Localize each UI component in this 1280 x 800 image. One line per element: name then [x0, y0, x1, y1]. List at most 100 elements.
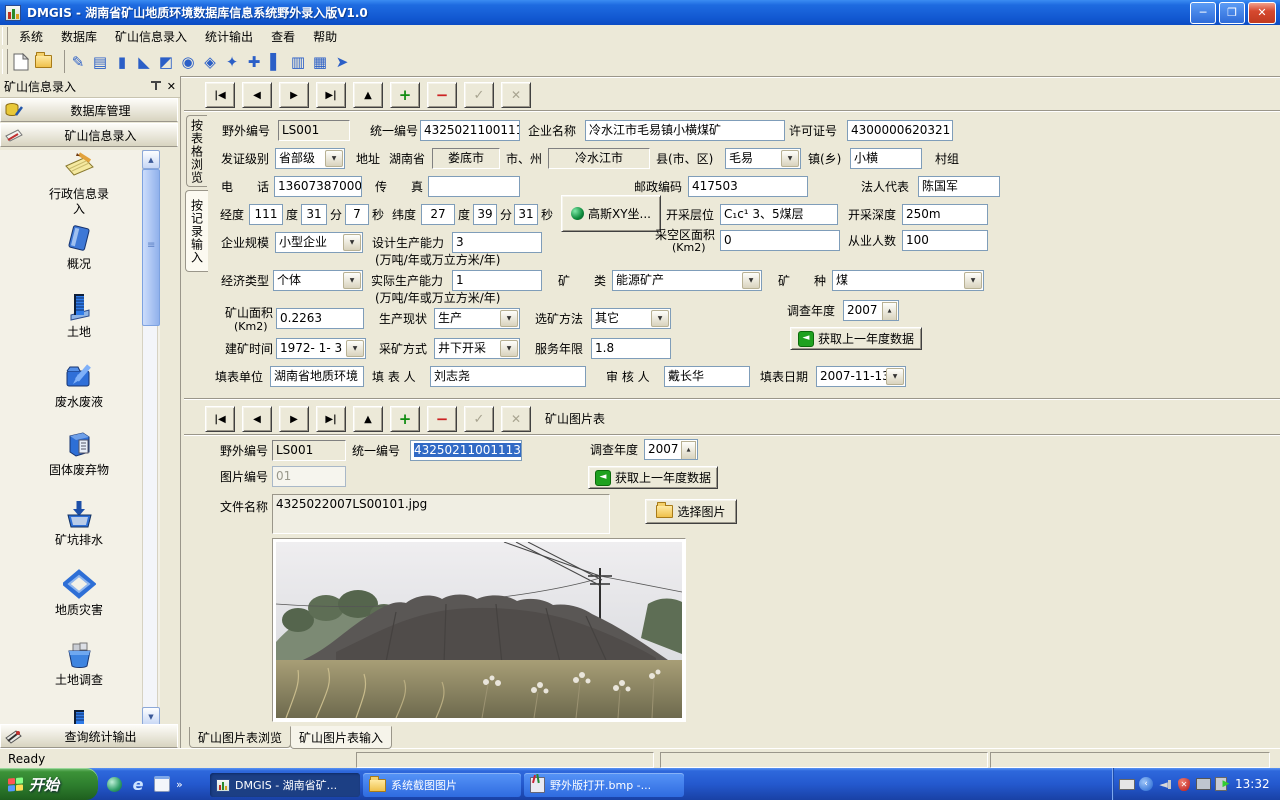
chevron-down-icon[interactable]: ▼ — [781, 150, 799, 167]
database-sync-icon[interactable]: ▶ — [1214, 776, 1230, 792]
language-bar-icon[interactable]: ‹ — [1138, 776, 1154, 792]
sidebar-item-label[interactable]: 地质灾害 — [45, 603, 113, 618]
license-input[interactable]: 4300000620321 — [847, 120, 953, 141]
close-button[interactable]: ✕ — [1248, 2, 1276, 24]
mine-kind-combo[interactable]: 煤▼ — [832, 270, 984, 291]
tab-record-input[interactable]: 按记录输入 — [185, 190, 208, 272]
nav-first-button[interactable]: |◀ — [205, 406, 235, 432]
sidebar-item-admin-entry[interactable] — [0, 152, 158, 188]
nav-cancel-button[interactable]: ✕ — [501, 406, 531, 432]
minimize-button[interactable]: ─ — [1190, 2, 1216, 24]
mine-area-input[interactable]: 0.2263 — [276, 308, 364, 329]
volume-tray-icon[interactable]: ◄ — [1157, 776, 1173, 792]
nav-ok-button[interactable]: ✓ — [464, 82, 494, 108]
sidebar-group-mine-entry[interactable]: 矿山信息录入 — [0, 123, 178, 147]
mining-layer-input[interactable]: C₁c¹ 3、5煤层 — [720, 204, 838, 225]
fill-person-input[interactable]: 刘志尧 — [430, 366, 586, 387]
sidebar-group-database[interactable]: 数据库管理 — [0, 98, 178, 122]
toolbar-land-icon[interactable]: ▮ — [111, 50, 133, 74]
nav-add-button[interactable]: + — [390, 406, 420, 432]
chevron-down-icon[interactable]: ▼ — [500, 340, 518, 357]
actual-capacity-input[interactable]: 1 — [452, 270, 542, 291]
build-time-combo[interactable]: 1972- 1- 3▼ — [276, 338, 366, 359]
sidebar-item-overview[interactable] — [0, 222, 158, 258]
nav-add-button[interactable]: + — [390, 82, 420, 108]
taskbar-task-folder[interactable]: 系统截图图片 — [363, 773, 521, 797]
nav-remove-button[interactable]: − — [427, 406, 457, 432]
menu-view[interactable]: 查看 — [262, 26, 304, 47]
pin-icon[interactable] — [149, 80, 163, 93]
nav-cancel-button[interactable]: ✕ — [501, 82, 531, 108]
sidebar-close-icon[interactable]: ✕ — [167, 80, 176, 93]
cert-level-combo[interactable]: 省部级▼ — [275, 148, 345, 169]
goaf-area-input[interactable]: 0 — [720, 230, 840, 251]
fax-input[interactable] — [428, 176, 520, 197]
toolbar-overview-icon[interactable]: ▤ — [89, 50, 111, 74]
chevron-down-icon[interactable]: ▼ — [346, 340, 364, 357]
toolbar-mine-drainage-icon[interactable]: ◉ — [177, 50, 199, 74]
longitude-min-input[interactable]: 31 — [301, 204, 327, 225]
chevron-down-icon[interactable]: ▼ — [325, 150, 343, 167]
quick-launch-overflow-chevron[interactable]: » — [176, 778, 183, 791]
chevron-down-icon[interactable]: ▼ — [742, 272, 760, 289]
sidebar-item-partial[interactable] — [0, 706, 158, 724]
scroll-down-icon[interactable]: ▼ — [142, 707, 160, 724]
employees-input[interactable]: 100 — [902, 230, 988, 251]
menu-help[interactable]: 帮助 — [304, 26, 346, 47]
chevron-down-icon[interactable]: ▼ — [886, 368, 904, 385]
toolbar-output-icon[interactable]: ▌ — [265, 50, 287, 74]
nav-next-button[interactable]: ▶ — [279, 82, 309, 108]
latitude-deg-input[interactable]: 27 — [421, 204, 455, 225]
mine-class-combo[interactable]: 能源矿产▼ — [612, 270, 762, 291]
legal-rep-input[interactable]: 陈国军 — [918, 176, 1000, 197]
mining-method-combo[interactable]: 井下开采▼ — [434, 338, 520, 359]
survey-year-spinner[interactable]: 2007▲▼ — [843, 300, 899, 321]
choose-picture-button[interactable]: 选择图片 — [645, 499, 737, 524]
sidebar-item-label[interactable]: 土地调查 — [45, 673, 113, 688]
open-folder-icon[interactable] — [32, 50, 54, 74]
tab-picture-input[interactable]: 矿山图片表输入 — [290, 726, 392, 749]
gauss-xy-button[interactable]: 高斯XY坐... — [561, 195, 661, 232]
sidebar-group-query-output[interactable]: 查询统计输出 — [0, 724, 178, 748]
company-input[interactable]: 冷水江市毛易镇小横煤矿 — [585, 120, 785, 141]
sidebar-item-mine-drainage[interactable] — [0, 498, 158, 534]
tab-table-browse[interactable]: 按表格浏览 — [186, 115, 207, 187]
toolbar-ledger-icon[interactable]: ▥ — [287, 50, 309, 74]
chevron-down-icon[interactable]: ▼ — [500, 310, 518, 327]
sidebar-item-land[interactable] — [0, 290, 158, 326]
tab-picture-browse[interactable]: 矿山图片表浏览 — [189, 727, 291, 748]
quick-launch-window-icon[interactable] — [152, 774, 172, 794]
toolbar-geological-hazard-icon[interactable]: ◈ — [199, 50, 221, 74]
longitude-sec-input[interactable]: 7 — [345, 204, 369, 225]
town-input[interactable]: 小横 — [850, 148, 922, 169]
nav-last-button[interactable]: ▶| — [316, 406, 346, 432]
design-capacity-input[interactable]: 3 — [452, 232, 542, 253]
enterprise-scale-combo[interactable]: 小型企业▼ — [275, 232, 363, 253]
nav-next-button[interactable]: ▶ — [279, 406, 309, 432]
security-shield-icon[interactable]: ✕ — [1176, 776, 1192, 792]
nav-last-button[interactable]: ▶| — [316, 82, 346, 108]
taskbar-task-dmgis[interactable]: DMGIS - 湖南省矿... — [210, 773, 360, 797]
spinner-arrows-icon[interactable]: ▲▼ — [681, 441, 696, 458]
scroll-thumb[interactable] — [142, 169, 160, 326]
restore-button[interactable]: ❐ — [1219, 2, 1245, 24]
phone-input[interactable]: 13607387000 — [274, 176, 362, 197]
toolbar-statistics-icon[interactable]: ✚ — [243, 50, 265, 74]
latitude-sec-input[interactable]: 31 — [514, 204, 538, 225]
toolbar-archive-icon[interactable]: ▦ — [309, 50, 331, 74]
fetch-previous-year-button[interactable]: ◄获取上一年度数据 — [790, 327, 922, 350]
beneficiation-combo[interactable]: 其它▼ — [591, 308, 671, 329]
sidebar-item-label[interactable]: 土地 — [45, 325, 113, 340]
pic-survey-year-spinner[interactable]: 2007▲▼ — [644, 439, 698, 460]
sidebar-item-label[interactable]: 废水废液 — [45, 395, 113, 410]
auditor-input[interactable]: 戴长华 — [664, 366, 750, 387]
toolbar-admin-entry-icon[interactable]: ✎ — [67, 50, 89, 74]
chevron-down-icon[interactable]: ▼ — [343, 234, 361, 251]
spinner-arrows-icon[interactable]: ▲▼ — [882, 302, 897, 319]
quick-launch-sphere-icon[interactable] — [104, 774, 124, 794]
nav-first-button[interactable]: |◀ — [205, 82, 235, 108]
menu-database[interactable]: 数据库 — [52, 26, 106, 47]
toolbar-grip[interactable] — [2, 49, 8, 74]
sidebar-item-land-survey[interactable] — [0, 638, 158, 674]
keyboard-tray-icon[interactable] — [1119, 776, 1135, 792]
